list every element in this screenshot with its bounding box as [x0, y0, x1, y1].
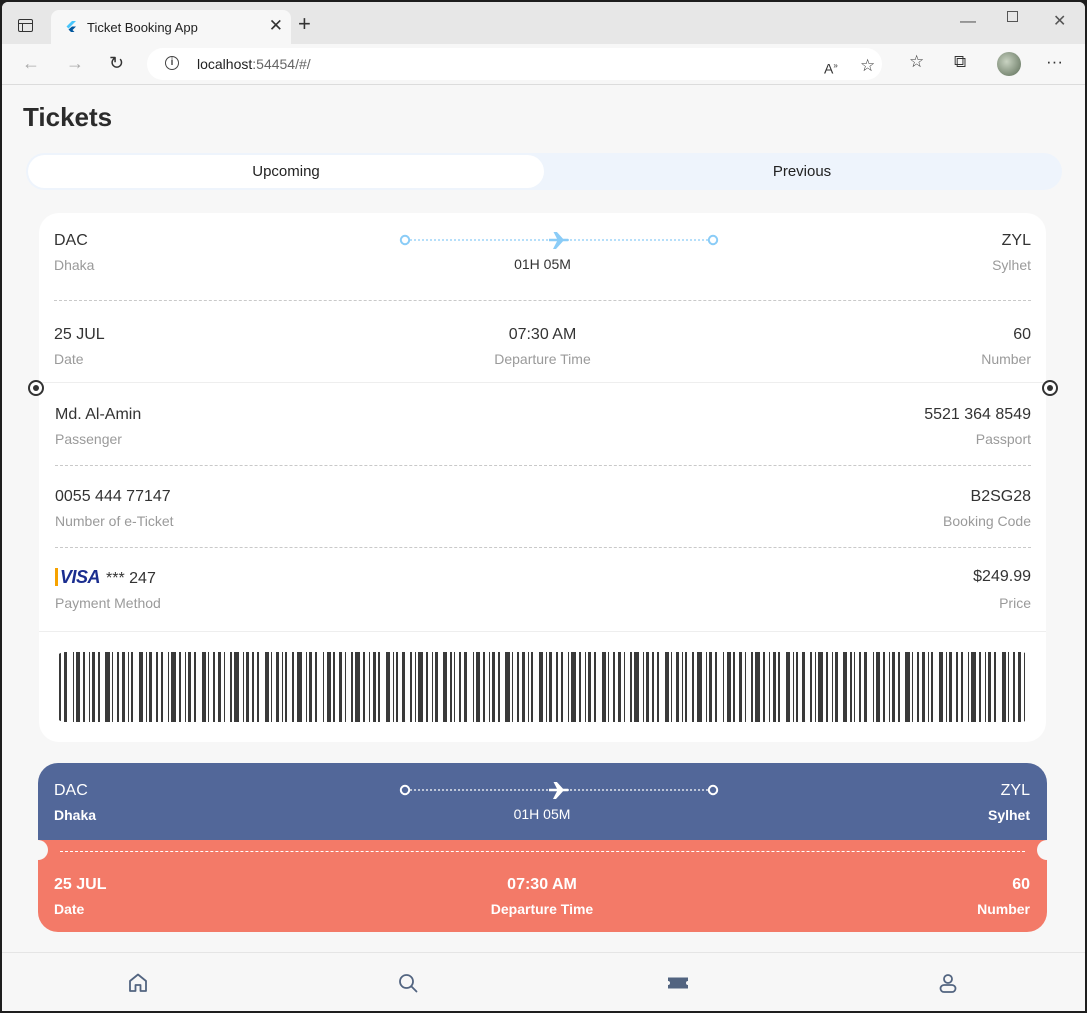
- from-code: DAC: [54, 232, 88, 249]
- favorites-icon[interactable]: ☆: [909, 52, 924, 72]
- collections-icon[interactable]: ⧉: [954, 52, 966, 72]
- browser-toolbar: ← → ↻ i localhost:54454/#/ A» ☆ ☆ ⧉ ···: [2, 44, 1085, 85]
- ticket-card-colored[interactable]: DAC Dhaka 01H 05M ZYL Sylhet 25 JUL Date…: [38, 763, 1047, 932]
- title-bar: Ticket Booking App ✕ + — ✕: [2, 2, 1085, 44]
- page-title: Tickets: [23, 102, 113, 132]
- maximize-icon[interactable]: [1007, 11, 1018, 22]
- browser-window: Ticket Booking App ✕ + — ✕ ← → ↻ i local…: [2, 2, 1085, 1011]
- to-city: Sylhet: [992, 257, 1031, 273]
- more-menu-icon[interactable]: ···: [1046, 52, 1063, 72]
- new-tab-icon[interactable]: +: [298, 13, 311, 35]
- tab-title: Ticket Booking App: [87, 20, 198, 35]
- barcode: [55, 652, 1031, 722]
- departure-time: 07:30 AM: [507, 876, 577, 893]
- price-label: Price: [999, 595, 1031, 611]
- ticket-notch-left: [28, 380, 44, 396]
- ticket-price: $249.99: [973, 568, 1031, 585]
- visa-logo: VISA: [55, 568, 101, 586]
- eticket-label: Number of e-Ticket: [55, 513, 174, 529]
- divider: [55, 547, 1031, 548]
- browser-tab[interactable]: Ticket Booking App ✕: [51, 10, 291, 44]
- divider: [55, 465, 1031, 466]
- divider: [60, 851, 1025, 852]
- number-label: Number: [977, 901, 1030, 917]
- booking-code-label: Booking Code: [943, 513, 1031, 529]
- bottom-navigation: [2, 952, 1085, 1011]
- flight-number: 60: [1012, 876, 1030, 893]
- number-label: Number: [981, 351, 1031, 367]
- tab-previous[interactable]: Previous: [544, 155, 1060, 188]
- profile-icon[interactable]: [936, 971, 960, 995]
- passport-number: 5521 364 8549: [924, 406, 1031, 423]
- back-icon[interactable]: ←: [22, 53, 40, 73]
- tab-upcoming[interactable]: Upcoming: [28, 155, 544, 188]
- address-bar[interactable]: i localhost:54454/#/ A» ☆: [147, 48, 882, 80]
- home-icon[interactable]: [126, 971, 150, 995]
- eticket-number: 0055 444 77147: [55, 488, 171, 505]
- to-city: Sylhet: [987, 807, 1030, 823]
- departure-time-label: Departure Time: [490, 901, 594, 917]
- site-info-icon[interactable]: i: [165, 56, 179, 70]
- add-favorite-icon[interactable]: ☆: [860, 56, 875, 76]
- flight-number: 60: [1013, 326, 1031, 343]
- from-code: DAC: [54, 782, 88, 799]
- tab-actions-icon[interactable]: [18, 19, 33, 32]
- airplane-icon: [549, 232, 569, 249]
- read-aloud-icon[interactable]: A»: [824, 56, 838, 79]
- flight-duration: 01H 05M: [514, 256, 571, 272]
- flutter-icon: [66, 21, 76, 32]
- url-text: localhost:54454/#/: [197, 56, 311, 72]
- close-tab-icon[interactable]: ✕: [269, 17, 283, 35]
- departure-time: 07:30 AM: [508, 326, 577, 343]
- passenger-label: Passenger: [55, 431, 122, 447]
- divider: [39, 382, 1046, 383]
- refresh-icon[interactable]: ↻: [109, 53, 124, 73]
- passport-label: Passport: [975, 431, 1031, 447]
- minimize-icon[interactable]: —: [960, 13, 976, 31]
- ticket-icon[interactable]: [666, 971, 690, 995]
- ticket-card[interactable]: DAC Dhaka 01H 05M ZYL Sylhet 25 JUL Date…: [39, 213, 1046, 742]
- ticket-card-top: DAC Dhaka 01H 05M ZYL Sylhet: [38, 763, 1047, 840]
- booking-code: B2SG28: [970, 488, 1031, 505]
- flight-route-line: [399, 782, 719, 799]
- route-row: DAC Dhaka 01H 05M ZYL Sylhet: [54, 232, 1031, 276]
- app-content: Tickets Upcoming Previous DAC Dhaka 01H …: [2, 85, 1085, 952]
- search-icon[interactable]: [396, 971, 420, 995]
- divider: [54, 300, 1031, 301]
- to-code: ZYL: [1000, 782, 1030, 799]
- forward-icon[interactable]: →: [66, 53, 84, 73]
- ticket-notch-right: [1042, 380, 1058, 396]
- passenger-row: Md. Al-Amin Passenger 5521 364 8549 Pass…: [55, 406, 1031, 450]
- barcode-graphic: [59, 652, 1025, 722]
- payment-method-label: Payment Method: [55, 595, 161, 611]
- close-window-icon[interactable]: ✕: [1053, 13, 1066, 31]
- to-code: ZYL: [1001, 232, 1031, 249]
- departure-time-label: Departure Time: [494, 351, 591, 367]
- eticket-row: 0055 444 77147 Number of e-Ticket B2SG28…: [55, 488, 1031, 532]
- divider: [39, 631, 1046, 632]
- profile-avatar[interactable]: [997, 52, 1021, 76]
- payment-row: VISA *** 247 Payment Method $249.99 Price: [55, 568, 1031, 614]
- ticket-card-bottom: 25 JUL Date 07:30 AM Departure Time 60 N…: [38, 840, 1047, 932]
- ticket-segment-control: Upcoming Previous: [26, 153, 1062, 190]
- card-number: *** 247: [106, 570, 156, 587]
- flight-duration: 01H 05M: [513, 806, 571, 822]
- schedule-row: 25 JUL Date 07:30 AM Departure Time 60 N…: [54, 326, 1031, 370]
- airplane-icon: [549, 782, 569, 799]
- flight-route-line: [399, 232, 719, 249]
- passenger-name: Md. Al-Amin: [55, 406, 142, 423]
